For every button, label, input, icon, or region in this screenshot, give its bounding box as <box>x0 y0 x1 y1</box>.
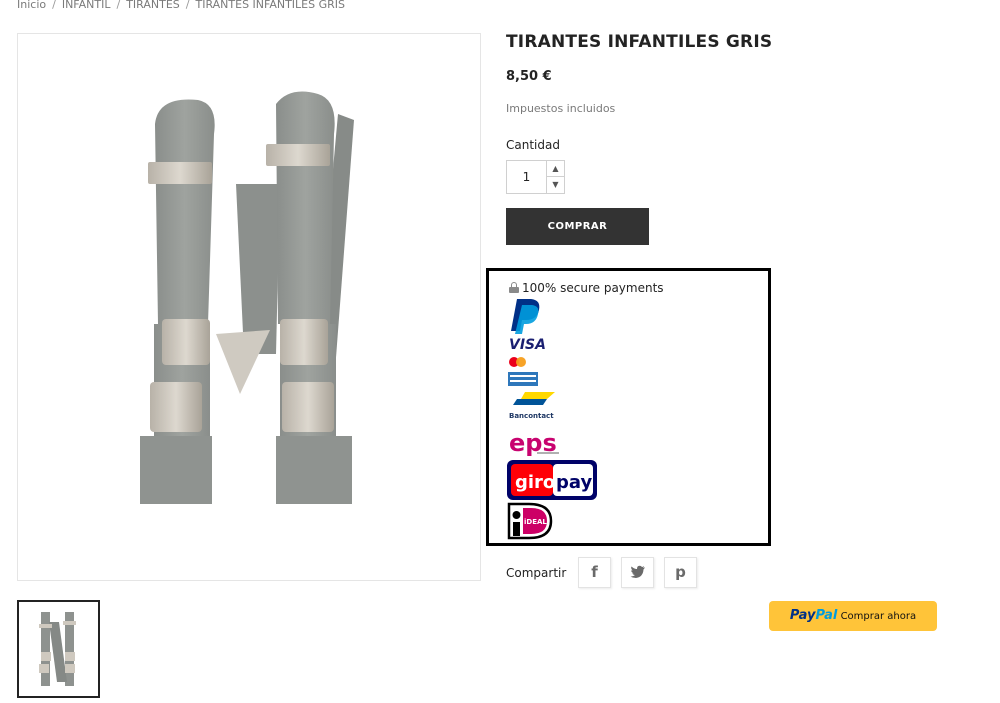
paypal-buy-now-button[interactable]: PayPal Comprar ahora <box>769 601 937 631</box>
product-title: TIRANTES INFANTILES GRIS <box>506 32 773 52</box>
breadcrumb-separator: / <box>185 0 190 11</box>
eps-icon: eps <box>509 429 559 457</box>
pinterest-icon: p <box>675 563 686 581</box>
suspenders-photo <box>140 91 354 504</box>
lock-icon <box>509 282 519 293</box>
secure-payments-text: 100% secure payments <box>522 281 664 295</box>
ideal-text: iDEAL <box>524 518 547 526</box>
add-to-cart-button[interactable]: COMPRAR <box>506 208 649 245</box>
bancontact-icon: Bancontact <box>509 392 555 420</box>
amex-icon <box>508 372 538 386</box>
quantity-decrease-button[interactable]: ▼ <box>546 177 565 194</box>
breadcrumb-infantil[interactable]: INFANTIL <box>62 0 111 11</box>
visa-text: VISA <box>509 337 546 351</box>
chevron-down-icon: ▼ <box>552 180 559 189</box>
visa-icon: VISA <box>509 337 546 351</box>
paypal-icon <box>511 299 540 334</box>
paypal-logo-pay: Pay <box>789 608 816 623</box>
paypal-logo-pal: Pal <box>815 608 838 623</box>
paypal-buy-now-label: Comprar ahora <box>840 611 917 622</box>
breadcrumb-home[interactable]: Inicio <box>17 0 46 11</box>
giropay-right-text: pay <box>556 472 592 493</box>
secure-payments-heading: 100% secure payments <box>509 281 664 295</box>
twitter-icon <box>630 565 645 578</box>
share-facebook-button[interactable]: f <box>578 557 611 588</box>
suspenders-thumbnail <box>39 612 76 686</box>
share-twitter-button[interactable] <box>621 557 654 588</box>
tax-note: Impuestos incluidos <box>506 102 616 115</box>
mastercard-icon <box>509 357 526 367</box>
breadcrumb: Inicio / INFANTIL / TIRANTES / TIRANTES INFANT… <box>17 0 345 11</box>
product-main-image[interactable] <box>17 33 481 581</box>
quantity-increase-button[interactable]: ▲ <box>546 160 565 177</box>
chevron-up-icon: ▲ <box>552 164 559 173</box>
breadcrumb-separator: / <box>116 0 121 11</box>
ideal-icon: iDEAL <box>507 502 553 540</box>
breadcrumb-current[interactable]: TIRANTES INFANTILES GRIS <box>195 0 345 11</box>
share-label: Compartir <box>506 566 567 580</box>
product-thumbnail[interactable] <box>17 600 100 698</box>
bancontact-text: Bancontact <box>509 412 554 420</box>
quantity-input[interactable]: 1 <box>506 160 546 194</box>
giropay-icon: giro pay <box>507 460 597 500</box>
quantity-label: Cantidad <box>506 138 560 152</box>
secure-payments-box: 100% secure payments VISA Bancontact eps… <box>486 268 771 546</box>
breadcrumb-tirantes[interactable]: TIRANTES <box>126 0 180 11</box>
breadcrumb-separator: / <box>52 0 56 11</box>
quantity-stepper: 1 ▲ ▼ <box>506 160 565 194</box>
product-price: 8,50 € <box>506 69 552 84</box>
giropay-left-text: giro <box>515 472 555 493</box>
facebook-icon: f <box>591 563 598 581</box>
share-pinterest-button[interactable]: p <box>664 557 697 588</box>
